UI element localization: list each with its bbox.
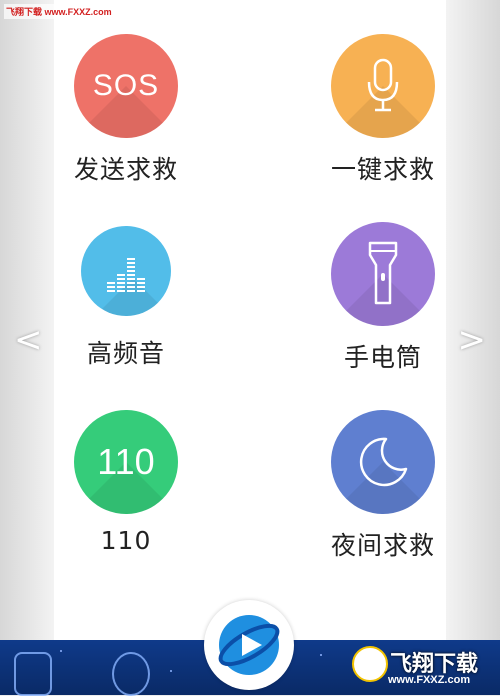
moon-icon — [331, 410, 435, 514]
watermark-brand: 飞翔下载 www.FXXZ.com — [352, 642, 498, 692]
number-icon: 110 — [74, 410, 178, 514]
sos-icon: SOS — [74, 34, 178, 138]
high-frequency-label: 高频音 — [86, 339, 165, 368]
one-key-help-label: 一键求救 — [330, 155, 435, 184]
app-logo-icon[interactable] — [204, 600, 294, 690]
one-key-help-button[interactable]: 一键求救 — [293, 34, 473, 186]
night-help-button[interactable]: 夜间求救 — [293, 410, 473, 562]
document-tab-icon[interactable] — [14, 652, 52, 696]
sos-label: 发送求救 — [73, 155, 178, 184]
megaphone-tab-icon[interactable] — [112, 652, 150, 696]
high-frequency-button[interactable]: 高频音 — [36, 226, 216, 370]
flashlight-label: 手电筒 — [343, 343, 422, 372]
call-110-button[interactable]: 110 110 — [36, 410, 216, 555]
night-help-label: 夜间求救 — [330, 531, 435, 560]
brand-badge-icon — [352, 646, 388, 682]
call-110-label: 110 — [100, 526, 152, 555]
sos-button[interactable]: SOS 发送求救 — [36, 34, 216, 186]
watermark-top: 飞翔下载 www.FXXZ.com — [4, 4, 114, 19]
flashlight-icon — [331, 222, 435, 326]
flashlight-button[interactable]: 手电筒 — [293, 222, 473, 374]
microphone-icon — [331, 34, 435, 138]
equalizer-icon — [81, 226, 171, 316]
